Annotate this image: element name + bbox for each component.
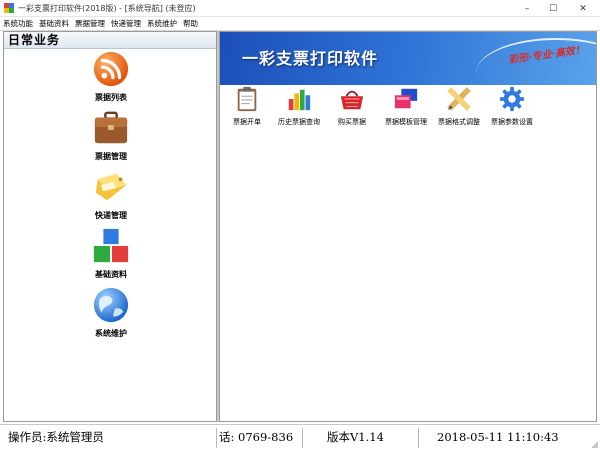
window-title: 一彩支票打印软件(2018版) - [系统导航] (未登应) xyxy=(18,3,196,13)
menu-system-functions[interactable]: 系统功能 xyxy=(3,18,33,29)
status-datetime: 2018-05-11 11:10:43 xyxy=(418,428,588,448)
menu-courier-management[interactable]: 快递管理 xyxy=(111,18,141,29)
nav-label: 系统维护 xyxy=(95,329,127,338)
package-tag-icon xyxy=(95,173,127,201)
tool-history-query[interactable]: 历史票据查询 xyxy=(271,86,327,127)
nav-item-courier-management[interactable]: 快递管理 xyxy=(4,168,218,221)
resize-grip-icon[interactable] xyxy=(590,440,598,448)
nav-item-basic-data[interactable]: 基础资料 xyxy=(4,227,218,280)
bar-chart-icon xyxy=(288,89,311,111)
left-nav-panel: 日常业务 票据列表 票据管理 快递管理 基础资料 系统维护 xyxy=(3,31,217,422)
ruler-pencil-icon xyxy=(447,87,471,111)
tool-template-management[interactable]: 票据模板管理 xyxy=(378,86,434,127)
tool-parameter-settings[interactable]: 票据参数设置 xyxy=(484,86,540,127)
status-version: 版本V1.14 xyxy=(302,428,418,448)
globe-icon xyxy=(93,287,129,323)
nav-label: 快递管理 xyxy=(95,211,127,220)
status-operator: 操作员:系统管理员 xyxy=(8,430,104,444)
banner-title: 一彩支票打印软件 xyxy=(242,49,379,68)
banner: 一彩支票打印软件 彩形·专业·高效！ xyxy=(220,32,596,85)
menu-system-maintenance[interactable]: 系统维护 xyxy=(147,18,177,29)
minimize-button[interactable]: – xyxy=(514,0,540,17)
maximize-button[interactable]: ☐ xyxy=(540,0,566,17)
templates-icon xyxy=(394,88,418,109)
menu-bar: 系统功能 基础资料 票据管理 快递管理 系统维护 帮助 xyxy=(0,17,600,31)
menu-basic-data[interactable]: 基础资料 xyxy=(39,18,69,29)
window-controls: – ☐ ✕ xyxy=(514,0,600,17)
main-panel: 一彩支票打印软件 彩形·专业·高效！ 票据开单 历史票据查询 购买票据 票据模板… xyxy=(219,31,597,422)
nav-label: 基础资料 xyxy=(95,270,127,279)
quick-toolbar: 票据开单 历史票据查询 购买票据 票据模板管理 票据格式调整 票据参数设置 xyxy=(220,86,596,128)
status-phone: 话: 0769-836 xyxy=(216,428,302,448)
nav-item-bill-management[interactable]: 票据管理 xyxy=(4,109,218,162)
blocks-icon xyxy=(93,228,129,263)
gear-icon xyxy=(499,86,525,112)
status-bar: 操作员:系统管理员 话: 0769-836 版本V1.14 2018-05-11… xyxy=(0,424,600,450)
nav-item-bill-list[interactable]: 票据列表 xyxy=(4,50,218,103)
nav-item-system-maintenance[interactable]: 系统维护 xyxy=(4,286,218,339)
left-panel-header: 日常业务 xyxy=(4,32,216,49)
clipboard-icon xyxy=(237,86,257,112)
close-button[interactable]: ✕ xyxy=(566,0,600,17)
briefcase-icon xyxy=(94,111,128,144)
menu-help[interactable]: 帮助 xyxy=(183,18,198,29)
tool-create-bill[interactable]: 票据开单 xyxy=(219,86,275,127)
title-bar: 一彩支票打印软件(2018版) - [系统导航] (未登应) – ☐ ✕ xyxy=(0,0,600,17)
nav-label: 票据管理 xyxy=(95,152,127,161)
tool-label: 历史票据查询 xyxy=(278,118,320,126)
tool-label: 票据参数设置 xyxy=(491,118,533,126)
menu-bill-management[interactable]: 票据管理 xyxy=(75,18,105,29)
tool-label: 票据格式调整 xyxy=(438,118,480,126)
tool-label: 购买票据 xyxy=(338,118,366,126)
rss-icon xyxy=(93,51,129,87)
tool-buy-bills[interactable]: 购买票据 xyxy=(324,86,380,127)
tool-label: 票据模板管理 xyxy=(385,118,427,126)
tool-label: 票据开单 xyxy=(233,118,261,126)
app-icon xyxy=(4,3,14,13)
basket-icon xyxy=(340,90,364,110)
tool-format-adjust[interactable]: 票据格式调整 xyxy=(431,86,487,127)
nav-label: 票据列表 xyxy=(95,93,127,102)
